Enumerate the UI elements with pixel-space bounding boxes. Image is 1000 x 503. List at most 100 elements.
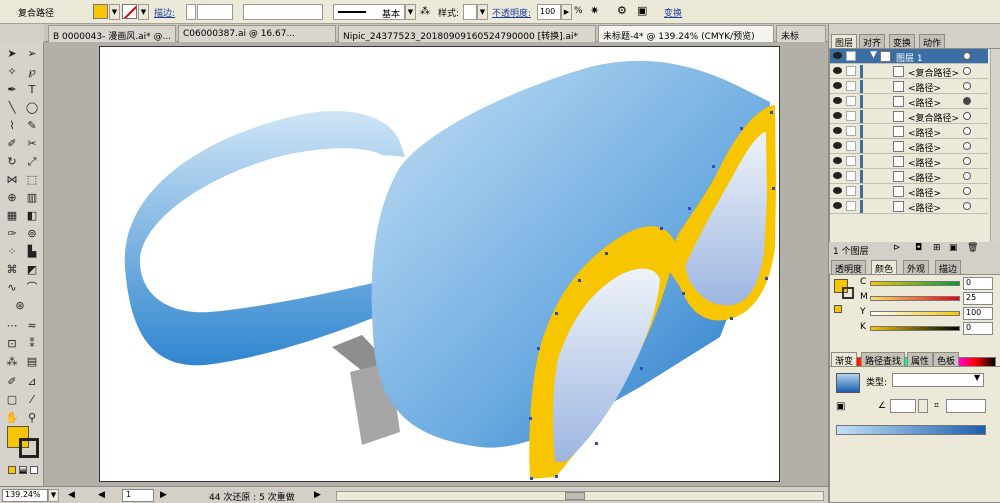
type-tool-icon[interactable]: T — [22, 82, 42, 98]
column-graph-tool-icon[interactable]: ▙ — [22, 244, 42, 260]
selection-tool-icon[interactable]: ➤ — [2, 46, 22, 62]
tab-actions[interactable]: 动作 — [919, 34, 946, 49]
layer-row[interactable]: <路径> — [830, 139, 988, 154]
clipping-mask-icon[interactable]: ◘ — [915, 243, 922, 253]
crystallize-tool-icon[interactable]: ⁑ — [22, 336, 42, 352]
channel-k-slider[interactable] — [870, 326, 960, 331]
curvature-tool-icon[interactable]: ⌒ — [22, 280, 42, 296]
prev-icon[interactable]: ◀ — [98, 490, 105, 500]
aspect-field[interactable] — [946, 399, 986, 413]
tab-swatches[interactable]: 色板 — [933, 352, 960, 367]
artboard-tool-icon[interactable]: ▢ — [2, 392, 22, 408]
live-paint-tool-icon[interactable]: ▥ — [22, 190, 42, 206]
pen-tool-icon[interactable]: ✒ — [2, 82, 22, 98]
layer-row[interactable]: <复合路径> — [830, 109, 988, 124]
tab-doc-1[interactable]: B 0000043- 漫画风.ai* @... — [48, 25, 176, 42]
stroke-color-box[interactable] — [19, 438, 39, 458]
tab-pathfinder[interactable]: 路径查找 — [861, 352, 906, 367]
eye-icon[interactable] — [833, 127, 842, 134]
pucker-tool-icon[interactable]: ⊡ — [2, 336, 22, 352]
eye-icon[interactable] — [833, 187, 842, 194]
layer-row-top[interactable]: ▼ 图层 1 — [830, 49, 988, 64]
gradient-ramp[interactable] — [836, 425, 986, 435]
scissors-tool-icon[interactable]: ✂ — [22, 136, 42, 152]
lock-toggle[interactable] — [846, 126, 856, 136]
lock-toggle[interactable] — [846, 111, 856, 121]
layer-row[interactable]: <路径> — [830, 79, 988, 94]
target-icon[interactable] — [963, 142, 971, 150]
opacity-dropdown[interactable]: ▶ — [561, 4, 572, 20]
layer-row[interactable]: <路径> — [830, 154, 988, 169]
layer-row[interactable]: <复合路径> — [830, 64, 988, 79]
target-icon[interactable] — [963, 52, 971, 60]
stroke-dropdown[interactable]: ▼ — [138, 4, 149, 20]
target-icon[interactable] — [963, 187, 971, 195]
eye-icon[interactable] — [833, 82, 842, 89]
channel-k-field[interactable]: 0 — [963, 322, 993, 335]
channel-c-field[interactable]: 0 — [963, 277, 993, 290]
tab-stroke[interactable]: 描边 — [935, 260, 962, 275]
delete-layer-icon[interactable]: 🗑 — [967, 243, 978, 253]
fill-swatch[interactable] — [93, 4, 108, 19]
channel-c-slider[interactable] — [870, 281, 960, 286]
locate-object-icon[interactable]: ⊳ — [893, 243, 901, 253]
chart-tool-icon[interactable]: ▤ — [22, 354, 42, 370]
chevron-down-icon[interactable]: ▼ — [974, 373, 980, 382]
lock-toggle[interactable] — [846, 81, 856, 91]
gradient-thumbnail[interactable] — [836, 373, 860, 393]
target-icon[interactable] — [963, 82, 971, 90]
eye-icon[interactable] — [833, 97, 842, 104]
target-icon[interactable] — [963, 127, 971, 135]
layers-scrollbar[interactable] — [990, 49, 1000, 244]
paintbrush-tool-icon[interactable]: ⌇ — [2, 118, 22, 134]
line-tool-icon[interactable]: ╲ — [2, 100, 22, 116]
ellipse-tool-icon[interactable]: ◯ — [22, 100, 42, 116]
zoom-tool-icon[interactable]: ⚲ — [22, 410, 42, 426]
tab-attributes[interactable]: 属性 — [907, 352, 934, 367]
target-icon[interactable] — [963, 172, 971, 180]
transform-link[interactable]: 变换 — [664, 6, 682, 19]
mesh-tool-icon[interactable]: ⌘ — [2, 262, 22, 278]
stroke-weight-field[interactable] — [197, 4, 233, 20]
layer-row[interactable]: <路径> — [830, 94, 988, 109]
twirl-tool-icon[interactable]: ≈ — [22, 318, 42, 334]
layer-row[interactable]: <路径> — [830, 199, 988, 214]
artboard[interactable] — [99, 46, 780, 482]
eye-icon[interactable] — [833, 172, 842, 179]
gradient-tool-icon[interactable]: ◧ — [22, 208, 42, 224]
tab-align[interactable]: 对齐 — [859, 34, 886, 49]
gradient-type-select[interactable] — [892, 373, 984, 387]
gear-icon[interactable]: ⚙ — [617, 4, 627, 17]
tab-appearance[interactable]: 外观 — [903, 260, 930, 275]
target-icon[interactable] — [963, 112, 971, 120]
eye-icon[interactable] — [833, 142, 842, 149]
eye-icon[interactable] — [833, 157, 842, 164]
stroke-weight-stepper[interactable] — [186, 4, 196, 20]
tab-doc-4[interactable]: 未标题-4* @ 139.24% (CMYK/预览) — [598, 25, 774, 42]
layer-row[interactable]: <路径> — [830, 169, 988, 184]
align-icon[interactable]: ▣ — [637, 4, 647, 17]
rotate-tool-icon[interactable]: ↻ — [2, 154, 22, 170]
goggles-artwork[interactable] — [100, 47, 781, 483]
opacity-label[interactable]: 不透明度: — [492, 6, 531, 19]
channel-m-slider[interactable] — [870, 296, 960, 301]
lock-toggle[interactable] — [846, 141, 856, 151]
hand-tool-icon[interactable]: ✋ — [2, 410, 22, 426]
lock-toggle[interactable] — [846, 201, 856, 211]
variable-width-field[interactable] — [243, 4, 323, 20]
target-icon[interactable] — [963, 97, 971, 105]
zoom-field[interactable]: 139.24% — [2, 489, 48, 502]
eye-icon[interactable] — [833, 67, 842, 74]
brush-icon[interactable]: ⁂ — [420, 6, 430, 17]
perspective-grid-tool-icon[interactable]: ▦ — [2, 208, 22, 224]
stroke-label[interactable]: 描边: — [154, 6, 175, 19]
eyedropper-tool-icon[interactable]: ✑ — [2, 226, 22, 242]
magic-wand-tool-icon[interactable]: ✧ — [2, 64, 22, 80]
shape-builder-tool-icon[interactable]: ⊕ — [2, 190, 22, 206]
horizontal-scrollbar[interactable] — [336, 491, 824, 501]
tab-gradient[interactable]: 渐变 — [831, 352, 858, 367]
status-menu-icon[interactable]: ▶ — [314, 490, 321, 500]
shaper-tool-icon[interactable]: ∿ — [2, 280, 22, 296]
prev-page-icon[interactable]: ◀ — [68, 490, 75, 500]
eye-icon[interactable] — [833, 112, 842, 119]
